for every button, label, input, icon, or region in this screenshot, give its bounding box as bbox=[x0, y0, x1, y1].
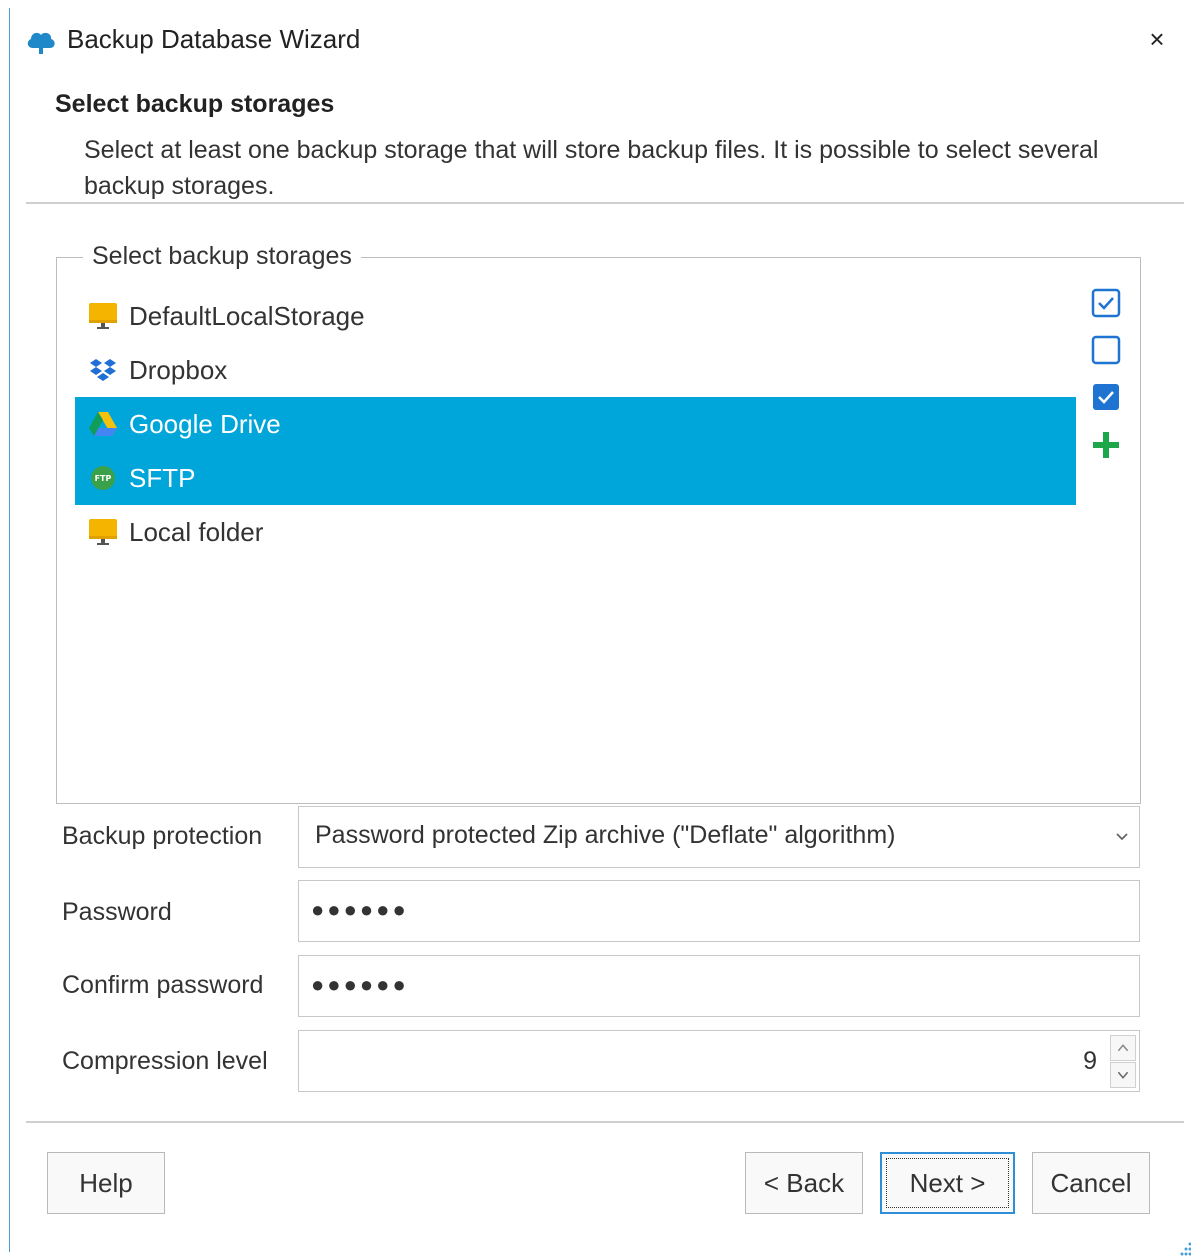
check-selected-icon[interactable] bbox=[1091, 382, 1121, 412]
backup-protection-select[interactable]: Password protected Zip archive ("Deflate… bbox=[298, 806, 1140, 868]
local-storage-icon bbox=[87, 300, 119, 332]
svg-text:FTP: FTP bbox=[95, 474, 112, 483]
check-all-icon[interactable] bbox=[1091, 288, 1121, 318]
list-item-dropbox[interactable]: Dropbox bbox=[75, 343, 1076, 397]
spin-up-icon[interactable] bbox=[1110, 1035, 1136, 1061]
list-item-sftp[interactable]: FTP SFTP bbox=[75, 451, 1076, 505]
confirm-password-label: Confirm password bbox=[62, 971, 263, 1000]
storages-group-legend: Select backup storages bbox=[83, 242, 361, 271]
password-label: Password bbox=[62, 898, 172, 927]
backup-protection-value: Password protected Zip archive ("Deflate… bbox=[315, 821, 895, 850]
help-button[interactable]: Help bbox=[47, 1152, 165, 1214]
header-divider bbox=[26, 202, 1184, 204]
confirm-password-field[interactable]: ●●●●●● bbox=[298, 955, 1140, 1017]
password-value: ●●●●●● bbox=[311, 897, 409, 923]
back-button[interactable]: < Back bbox=[745, 1152, 863, 1214]
local-folder-icon bbox=[87, 516, 119, 548]
list-item-google-drive[interactable]: Google Drive bbox=[75, 397, 1076, 451]
title-bar: Backup Database Wizard × bbox=[10, 8, 1191, 72]
compression-level-label: Compression level bbox=[62, 1047, 268, 1076]
spin-down-icon[interactable] bbox=[1110, 1062, 1136, 1088]
resize-grip-icon[interactable] bbox=[1174, 1240, 1191, 1258]
password-field[interactable]: ●●●●●● bbox=[298, 880, 1140, 942]
list-item-default-local-storage[interactable]: DefaultLocalStorage bbox=[75, 289, 1076, 343]
backup-protection-label: Backup protection bbox=[62, 822, 262, 851]
google-drive-icon bbox=[87, 408, 119, 440]
close-button[interactable]: × bbox=[1140, 22, 1174, 56]
storages-list[interactable]: DefaultLocalStorage Dropbox Google Drive… bbox=[75, 288, 1076, 782]
window-title: Backup Database Wizard bbox=[67, 24, 360, 55]
list-item-label: SFTP bbox=[129, 463, 195, 494]
chevron-down-icon bbox=[1113, 827, 1131, 845]
page-description: Select at least one backup storage that … bbox=[84, 132, 1134, 204]
wizard-window: Backup Database Wizard × Select backup s… bbox=[9, 8, 1190, 1252]
compression-level-spinner[interactable]: 9 bbox=[298, 1030, 1140, 1092]
page-title: Select backup storages bbox=[55, 90, 334, 119]
sftp-icon: FTP bbox=[87, 462, 119, 494]
focus-rect bbox=[886, 1158, 1009, 1208]
list-item-label: Dropbox bbox=[129, 355, 227, 386]
list-item-label: DefaultLocalStorage bbox=[129, 301, 365, 332]
compression-level-value: 9 bbox=[1083, 1047, 1097, 1076]
uncheck-all-icon[interactable] bbox=[1091, 335, 1121, 365]
cloud-icon bbox=[25, 28, 57, 56]
cancel-button[interactable]: Cancel bbox=[1032, 1152, 1150, 1214]
list-item-label: Google Drive bbox=[129, 409, 281, 440]
footer-divider bbox=[26, 1121, 1184, 1123]
next-button[interactable]: Next > bbox=[880, 1152, 1015, 1214]
list-item-local-folder[interactable]: Local folder bbox=[75, 505, 1076, 559]
confirm-password-value: ●●●●●● bbox=[311, 972, 409, 998]
dropbox-icon bbox=[87, 354, 119, 386]
list-item-label: Local folder bbox=[129, 517, 263, 548]
add-storage-icon[interactable] bbox=[1091, 430, 1121, 460]
